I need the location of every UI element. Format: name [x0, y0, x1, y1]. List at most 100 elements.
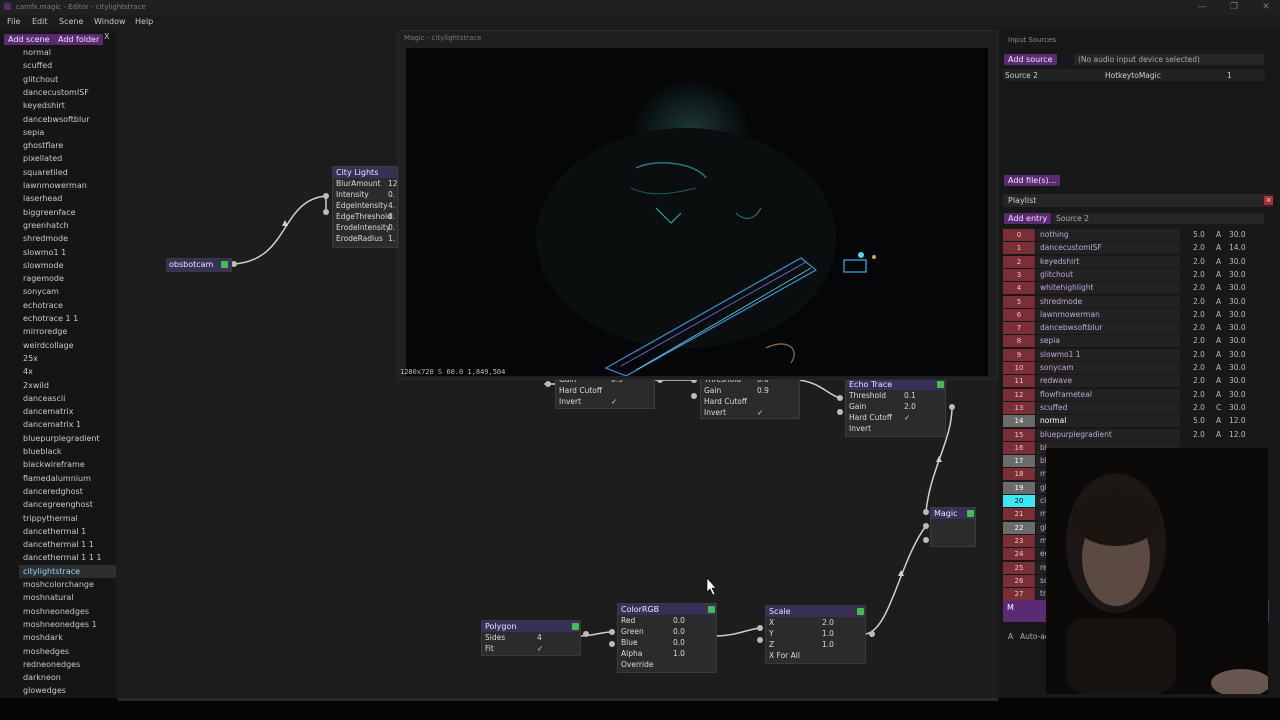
playlist-v2[interactable]: 30.0 [1229, 349, 1246, 361]
param-value[interactable]: ✓ [904, 412, 910, 423]
node-enable-icon[interactable] [937, 381, 944, 388]
playlist-v1[interactable]: 2.0 [1193, 389, 1205, 401]
playlist-scene-name[interactable]: bluepurplegradient [1036, 428, 1180, 441]
colorrgb-node[interactable]: ColorRGB Red 0.0 Green 0.0 Blue 0.0 Alpha 1.0 Ov… [617, 603, 717, 673]
playlist-m[interactable]: A [1216, 269, 1221, 281]
param-value[interactable]: 0. [388, 189, 395, 200]
playlist-m[interactable]: A [1216, 282, 1221, 294]
playlist-m[interactable]: A [1216, 362, 1221, 374]
node-param-row[interactable]: Green 0.0 [618, 626, 716, 637]
playlist-v1[interactable]: 2.0 [1193, 375, 1205, 387]
playlist-v1[interactable]: 2.0 [1193, 256, 1205, 268]
node-param-row[interactable]: BlurAmount 12 [333, 178, 398, 189]
playlist-v1[interactable]: 2.0 [1193, 282, 1205, 294]
node-enable-icon[interactable] [967, 510, 974, 517]
node-param-row[interactable]: EdgeIntensity 4. [333, 200, 397, 211]
playlist-scene-name[interactable]: dancebwsoftblur [1036, 322, 1180, 335]
param-value[interactable]: ✓ [537, 643, 543, 654]
playlist-entry[interactable]: 10 sonycam 2.0 A 30.0 [1003, 362, 1265, 375]
playlist-entry[interactable]: 5 shredmode 2.0 A 30.0 [1003, 295, 1265, 309]
node-param-row[interactable]: X For All [766, 650, 865, 661]
playlist-v2[interactable]: 30.0 [1229, 389, 1246, 401]
playlist-entry[interactable]: 7 dancebwsoftblur 2.0 A 30.0 [1003, 322, 1265, 335]
playlist-v2[interactable]: 30.0 [1229, 229, 1246, 241]
param-value[interactable]: ✓ [611, 396, 617, 407]
param-value[interactable]: 0.1 [904, 390, 916, 401]
source-row[interactable]: Source 2 HotkeytoMagic 1 [1003, 69, 1265, 81]
playlist-entry[interactable]: 11 redwave 2.0 A 30.0 [1003, 375, 1265, 388]
playlist-m[interactable]: A [1216, 375, 1221, 387]
close-icon[interactable]: × [1264, 196, 1273, 205]
playlist-v2[interactable]: 12.0 [1229, 415, 1246, 427]
playlist-scene-name[interactable]: normal [1036, 415, 1180, 428]
magic-node[interactable]: Magic [930, 507, 976, 547]
playlist-scene-name[interactable]: keyedshirt [1036, 255, 1180, 268]
playlist-source-select[interactable]: Source 2 [1052, 213, 1264, 224]
playlist-scene-name[interactable]: lawnmowerman [1036, 308, 1180, 321]
playlist-v1[interactable]: 5.0 [1193, 229, 1205, 241]
playlist-v1[interactable]: 2.0 [1193, 322, 1205, 334]
playlist-v1[interactable]: 2.0 [1193, 429, 1205, 441]
playlist-v2[interactable]: 12.0 [1229, 429, 1246, 441]
param-value[interactable]: 2.0 [904, 401, 916, 412]
playlist-entry[interactable]: 9 slowmo1 1 2.0 A 30.0 [1003, 348, 1265, 362]
obsbotcam-node[interactable]: obsbotcam [166, 258, 232, 272]
playlist-scene-name[interactable]: whitehighlight [1036, 282, 1180, 295]
playlist-m[interactable]: A [1216, 322, 1221, 334]
playlist-v2[interactable]: 30.0 [1229, 402, 1246, 414]
audio-device-select[interactable]: (No audio input device selected) [1074, 54, 1264, 65]
city-lights-node[interactable]: City Lights BlurAmount 12 Intensity 0. EdgeI… [332, 166, 398, 248]
playlist-v1[interactable]: 2.0 [1193, 309, 1205, 321]
playlist-v2[interactable]: 30.0 [1229, 362, 1246, 374]
playlist-v1[interactable]: 2.0 [1193, 269, 1205, 281]
playlist-scene-name[interactable]: glitchout [1036, 268, 1180, 281]
node-param-row[interactable]: Sides 4 [482, 632, 580, 643]
param-value[interactable]: 2.0 [822, 617, 834, 628]
playlist-v2[interactable]: 30.0 [1229, 375, 1246, 387]
node-param-row[interactable]: Alpha 1.0 [618, 648, 716, 659]
param-value[interactable]: 0.0 [673, 626, 685, 637]
node-param-row[interactable]: Blue 0.0 [618, 637, 716, 648]
node-param-row[interactable]: ErodeRadius 1. [333, 233, 397, 244]
param-value[interactable]: ✓ [757, 407, 763, 418]
playlist-scene-name[interactable]: dancecustomISF [1036, 242, 1180, 255]
playlist-scene-name[interactable]: sonycam [1036, 362, 1180, 374]
node-param-row[interactable]: Hard Cutoff [701, 396, 799, 407]
playlist-scene-name[interactable]: nothing [1036, 229, 1180, 241]
playlist-v2[interactable]: 30.0 [1229, 309, 1246, 321]
m-button-left[interactable]: M [1007, 603, 1014, 612]
polygon-node[interactable]: Polygon Sides 4 Fit ✓ [481, 620, 581, 656]
node-enable-icon[interactable] [708, 606, 715, 613]
node-param-row[interactable]: Intensity 0. [333, 189, 397, 200]
param-value[interactable]: 0.9 [757, 385, 769, 396]
playlist-m[interactable]: A [1216, 389, 1221, 401]
playlist-m[interactable]: A [1216, 335, 1221, 347]
node-param-row[interactable]: ErodeIntensity 0. [333, 222, 397, 233]
playlist-scene-name[interactable]: slowmo1 1 [1036, 348, 1180, 361]
playlist-m[interactable]: A [1216, 415, 1221, 427]
playlist-v1[interactable]: 2.0 [1193, 402, 1205, 414]
add-files-button[interactable]: Add file(s)... [1004, 175, 1061, 186]
node-param-row[interactable]: Fit ✓ [482, 643, 580, 654]
param-value[interactable]: 4. [388, 200, 395, 211]
source-channel[interactable]: 1 [1227, 71, 1232, 80]
node-param-row[interactable]: EdgeThreshold 0. [333, 211, 397, 222]
playlist-m[interactable]: A [1216, 242, 1221, 254]
add-entry-button[interactable]: Add entry [1004, 213, 1052, 224]
playlist-scene-name[interactable]: scuffed [1036, 401, 1180, 414]
node-enable-icon[interactable] [572, 623, 579, 630]
node-param-row[interactable]: Invert [846, 423, 945, 434]
node-enable-icon[interactable] [857, 608, 864, 615]
playlist-v1[interactable]: 2.0 [1193, 362, 1205, 374]
node-param-row[interactable]: Override [618, 659, 716, 670]
param-value[interactable]: 1. [388, 233, 395, 244]
scale-node[interactable]: Scale X 2.0 Y 1.0 Z 1.0 X For All [765, 605, 866, 664]
playlist-entry[interactable]: 12 flowframeteal 2.0 A 30.0 [1003, 388, 1265, 402]
param-value[interactable]: 0.0 [673, 615, 685, 626]
playlist-scene-name[interactable]: flowframeteal [1036, 388, 1180, 401]
node-param-row[interactable]: Invert ✓ [701, 407, 799, 418]
add-source-button[interactable]: Add source [1004, 54, 1057, 65]
playlist-v2[interactable]: 30.0 [1229, 269, 1246, 281]
param-value[interactable]: 1.0 [822, 639, 834, 650]
playlist-entry[interactable]: 2 keyedshirt 2.0 A 30.0 [1003, 255, 1265, 269]
